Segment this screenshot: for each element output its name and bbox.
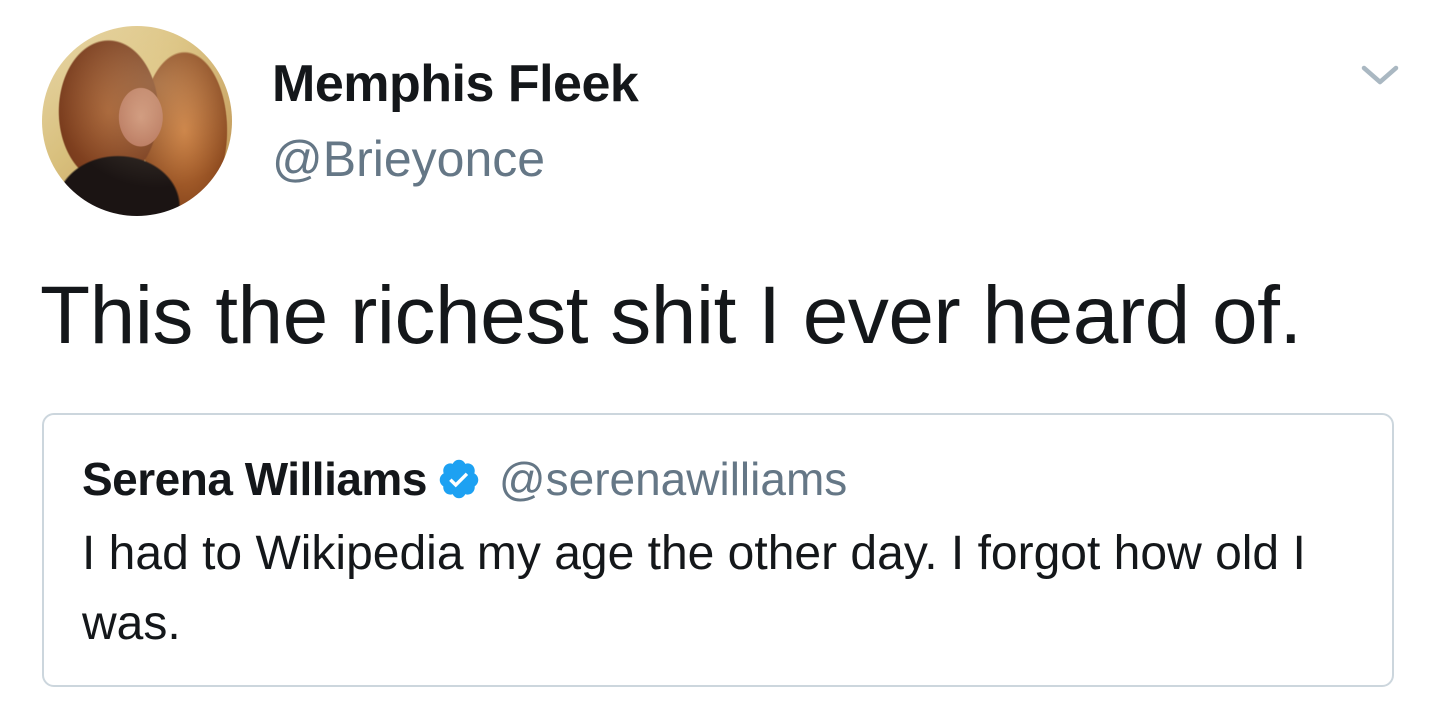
chevron-down-icon[interactable] (1358, 60, 1402, 90)
quoted-author-handle: @serenawilliams (498, 453, 848, 505)
quoted-tweet-text: I had to Wikipedia my age the other day.… (82, 527, 1306, 650)
quoted-tweet-header: Serena Williams @serenawilliams (82, 451, 847, 507)
author-display-name[interactable]: Memphis Fleek (272, 54, 639, 114)
quoted-author-name: Serena Williams (82, 453, 427, 505)
quoted-tweet-card[interactable]: Serena Williams @serenawilliams I had to… (42, 413, 1394, 687)
tweet: Memphis Fleek @Brieyonce This the riches… (0, 0, 1440, 721)
tweet-text: This the richest shit I ever heard of. (40, 270, 1302, 361)
author-avatar[interactable] (42, 26, 232, 216)
verified-badge-icon (439, 459, 479, 499)
avatar-photo-overlay (42, 26, 232, 216)
author-handle[interactable]: @Brieyonce (272, 130, 545, 188)
